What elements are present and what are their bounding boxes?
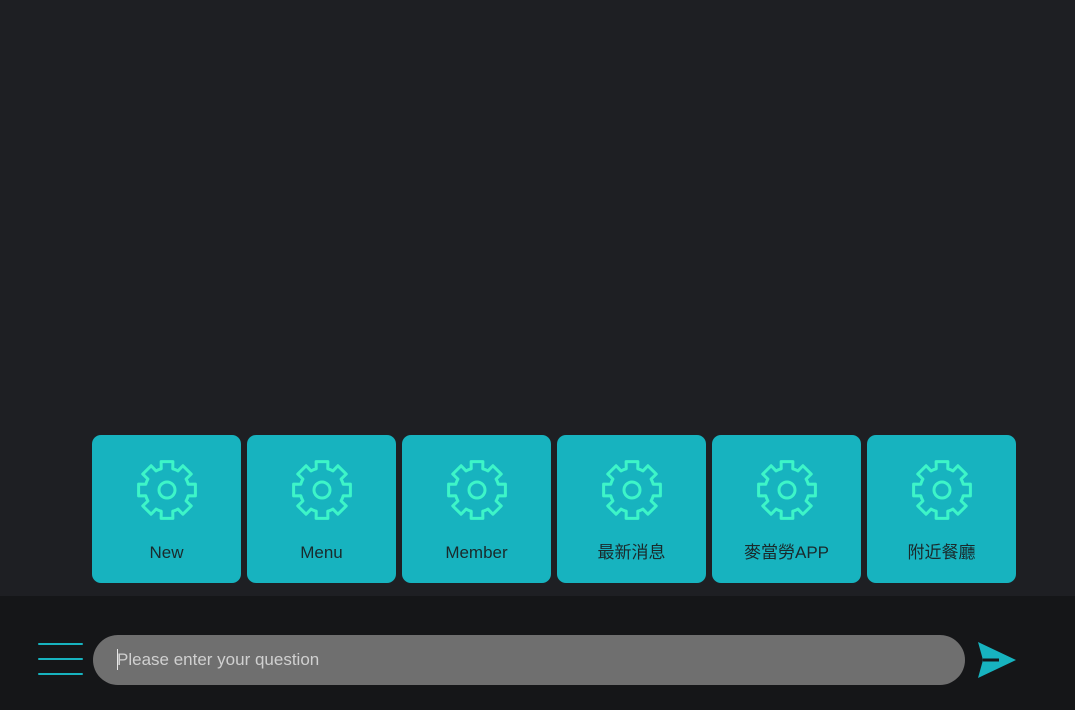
gear-icon: [135, 458, 199, 522]
menu-line: [38, 643, 83, 645]
quick-action-member[interactable]: Member: [402, 435, 551, 583]
quick-action-label: New: [149, 543, 184, 562]
quick-action-label: 麥當勞APP: [743, 543, 830, 562]
quick-action-new[interactable]: New: [92, 435, 241, 583]
question-input[interactable]: [93, 635, 965, 685]
gear-icon: [600, 458, 664, 522]
gear-icon: [755, 458, 819, 522]
quick-action-menu[interactable]: Menu: [247, 435, 396, 583]
send-button[interactable]: [977, 641, 1017, 679]
send-icon: [978, 642, 1016, 678]
gear-icon: [445, 458, 509, 522]
quick-action-latest-news[interactable]: 最新消息: [557, 435, 706, 583]
quick-action-label: 附近餐廳: [907, 543, 976, 562]
quick-action-label: 最新消息: [597, 543, 666, 562]
chat-screen: New Menu Member 最新消息 麥當勞APP 附近餐廳 Please …: [0, 0, 1075, 710]
quick-action-label: Menu: [300, 543, 343, 562]
quick-action-nearby-restaurants[interactable]: 附近餐廳: [867, 435, 1016, 583]
menu-line: [38, 658, 83, 660]
gear-icon: [910, 458, 974, 522]
gear-icon: [290, 458, 354, 522]
quick-actions-bar: New Menu Member 最新消息 麥當勞APP 附近餐廳: [92, 435, 1016, 583]
menu-line: [38, 673, 83, 675]
hamburger-menu-icon[interactable]: [38, 643, 84, 676]
text-caret: [117, 649, 118, 670]
quick-action-app[interactable]: 麥當勞APP: [712, 435, 861, 583]
quick-action-label: Member: [445, 543, 508, 562]
